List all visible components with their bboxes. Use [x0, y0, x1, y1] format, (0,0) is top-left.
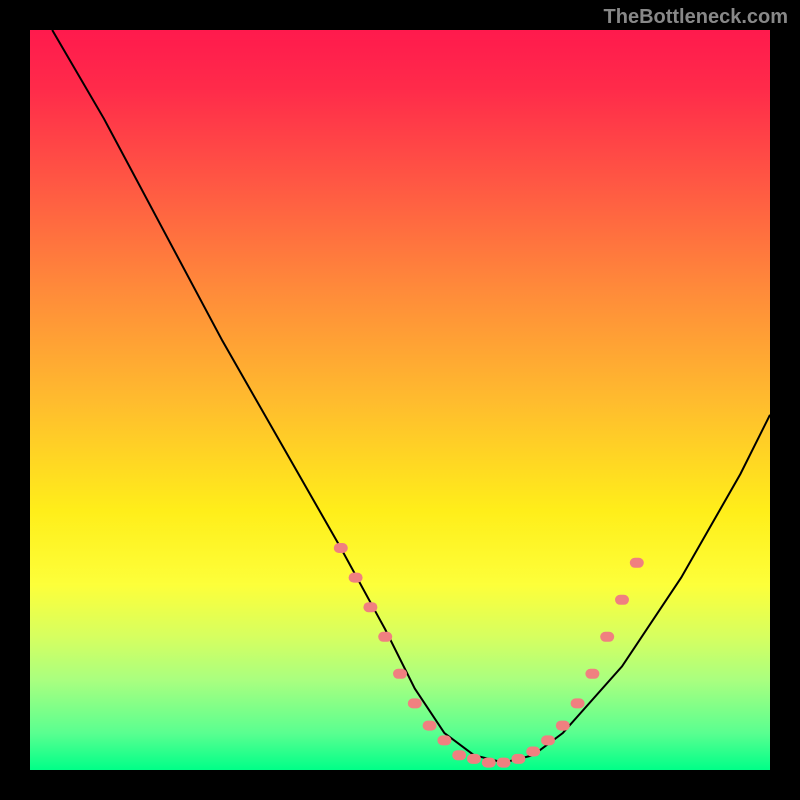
chart-container: TheBottleneck.com — [0, 0, 800, 800]
curve-marker — [556, 721, 570, 731]
curve-marker — [615, 595, 629, 605]
curve-marker — [393, 669, 407, 679]
curve-marker — [585, 669, 599, 679]
curve-marker — [571, 698, 585, 708]
curve-marker — [423, 721, 437, 731]
plot-area — [30, 30, 770, 770]
curve-marker — [467, 754, 481, 764]
curve-marker — [600, 632, 614, 642]
curve-markers — [334, 543, 644, 768]
curve-marker — [526, 747, 540, 757]
curve-marker — [378, 632, 392, 642]
curve-marker — [541, 735, 555, 745]
curve-marker — [482, 758, 496, 768]
curve-marker — [452, 750, 466, 760]
curve-marker — [349, 573, 363, 583]
bottleneck-curve — [52, 30, 770, 763]
curve-svg — [30, 30, 770, 770]
curve-marker — [630, 558, 644, 568]
curve-marker — [497, 758, 511, 768]
curve-marker — [437, 735, 451, 745]
curve-marker — [511, 754, 525, 764]
curve-marker — [408, 698, 422, 708]
curve-marker — [334, 543, 348, 553]
curve-marker — [363, 602, 377, 612]
watermark-text: TheBottleneck.com — [604, 6, 788, 29]
